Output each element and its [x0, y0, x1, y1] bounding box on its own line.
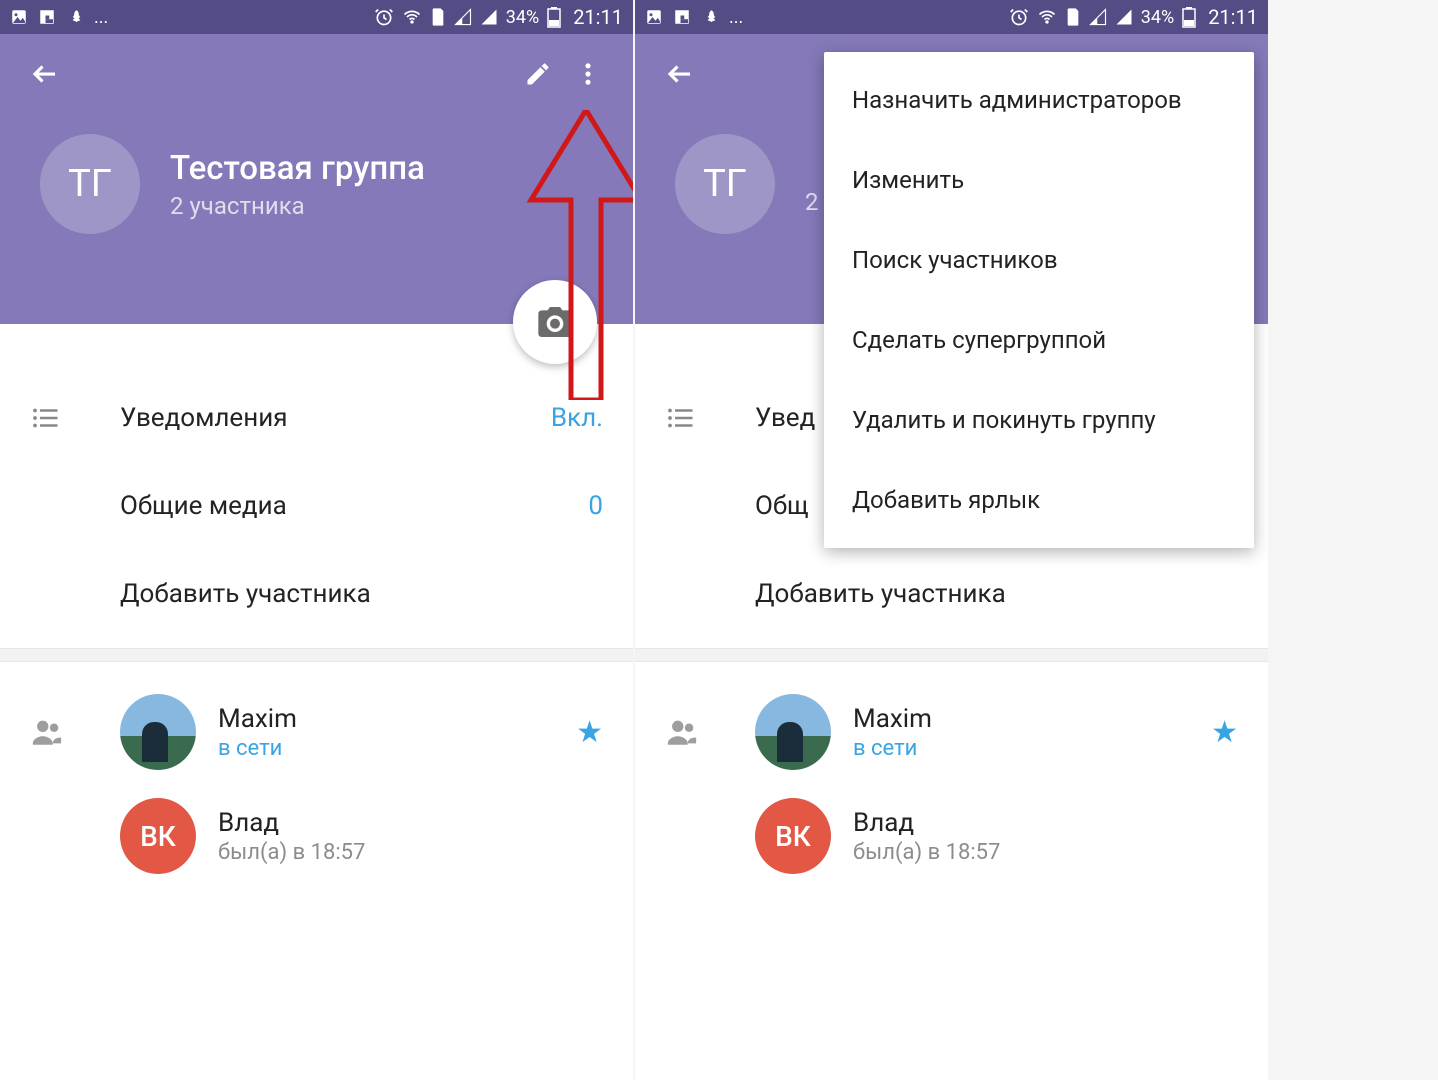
menu-make-supergroup[interactable]: Сделать супергруппой [824, 300, 1254, 380]
member-row-maxim[interactable]: Maxim в сети ★ [0, 680, 633, 784]
signal-icon-2 [1115, 8, 1133, 26]
section-divider [0, 648, 633, 662]
member-avatar-initials: ВК [140, 820, 176, 853]
member-row-vlad[interactable]: ВК Влад был(а) в 18:57 [0, 784, 633, 888]
status-left: ... [645, 7, 743, 28]
group-avatar[interactable]: ТГ [675, 134, 775, 234]
camera-fab[interactable] [513, 280, 597, 364]
shared-media-label: Общие медиа [120, 491, 588, 521]
settings-section: Уведомления Вкл. Общие медиа 0 Добавить … [0, 324, 633, 648]
status-bar: ... 34% 21:11 [0, 0, 633, 34]
member-name: Влад [218, 808, 603, 838]
list-icon [665, 403, 755, 433]
member-name: Влад [853, 808, 1238, 838]
status-time: 21:11 [573, 5, 623, 29]
menu-search-members[interactable]: Поиск участников [824, 220, 1254, 300]
group-name: Тестовая группа [170, 149, 425, 188]
sim-icon [1065, 7, 1081, 27]
member-avatar: ВК [755, 798, 831, 874]
add-member-row[interactable]: Добавить участника [635, 550, 1268, 638]
group-avatar-initials: ТГ [68, 162, 112, 206]
flipboard-icon [673, 8, 691, 26]
notifications-label: Уведомления [120, 403, 551, 433]
overflow-menu: Назначить администраторов Изменить Поиск… [824, 52, 1254, 548]
group-subtitle-partial: 2 [805, 188, 819, 216]
member-name: Maxim [218, 704, 576, 734]
shared-media-value: 0 [588, 491, 603, 521]
image-icon [10, 8, 28, 26]
member-row-maxim[interactable]: Maxim в сети ★ [635, 680, 1268, 784]
image-icon [645, 8, 663, 26]
star-icon: ★ [1211, 715, 1238, 750]
member-avatar [120, 694, 196, 770]
back-button[interactable] [20, 49, 70, 99]
group-header: ТГ Тестовая группа 2 участника [0, 34, 633, 324]
flipboard-icon [38, 8, 56, 26]
add-member-label: Добавить участника [755, 579, 1238, 609]
status-time: 21:11 [1208, 5, 1258, 29]
members-section: Maxim в сети ★ ВК Влад был(а) в 18:57 [0, 662, 633, 888]
battery-text: 34% [1141, 7, 1174, 28]
member-avatar [755, 694, 831, 770]
group-avatar-initials: ТГ [703, 162, 747, 206]
alarm-icon [1009, 7, 1029, 27]
add-member-row[interactable]: Добавить участника [0, 550, 633, 638]
list-icon [30, 403, 120, 433]
signal-icon-1 [1089, 8, 1107, 26]
member-avatar-initials: ВК [775, 820, 811, 853]
signal-icon-2 [480, 8, 498, 26]
member-status: был(а) в 18:57 [218, 840, 603, 865]
shared-media-row[interactable]: Общие медиа 0 [0, 462, 633, 550]
back-button[interactable] [655, 49, 705, 99]
status-right: 34% 21:11 [1009, 5, 1258, 29]
status-right: 34% 21:11 [374, 5, 623, 29]
menu-assign-admins[interactable]: Назначить администраторов [824, 60, 1254, 140]
member-avatar: ВК [120, 798, 196, 874]
sim-icon [430, 7, 446, 27]
more-menu-button[interactable] [563, 49, 613, 99]
menu-delete-leave[interactable]: Удалить и покинуть группу [824, 380, 1254, 460]
screen-left: ... 34% 21:11 [0, 0, 633, 1080]
battery-icon [547, 6, 561, 28]
battery-icon [1182, 6, 1196, 28]
member-row-vlad[interactable]: ВК Влад был(а) в 18:57 [635, 784, 1268, 888]
add-member-label: Добавить участника [120, 579, 603, 609]
snapchat-icon [701, 8, 719, 26]
notifications-value: Вкл. [551, 403, 603, 433]
battery-text: 34% [506, 7, 539, 28]
member-status: был(а) в 18:57 [853, 840, 1238, 865]
member-status: в сети [218, 736, 576, 761]
wifi-icon [1037, 7, 1057, 27]
members-section: Maxim в сети ★ ВК Влад был(а) в 18:57 [635, 662, 1268, 888]
screen-right: ... 34% 21:11 [635, 0, 1268, 1080]
snapchat-icon [66, 8, 84, 26]
edit-button[interactable] [513, 49, 563, 99]
menu-add-shortcut[interactable]: Добавить ярлык [824, 460, 1254, 540]
status-ellipsis: ... [729, 7, 743, 28]
group-avatar[interactable]: ТГ [40, 134, 140, 234]
member-status: в сети [853, 736, 1211, 761]
notifications-row[interactable]: Уведомления Вкл. [0, 374, 633, 462]
group-subtitle: 2 участника [170, 192, 425, 220]
wifi-icon [402, 7, 422, 27]
status-left: ... [10, 7, 108, 28]
people-icon [665, 715, 755, 749]
star-icon: ★ [576, 715, 603, 750]
signal-icon-1 [454, 8, 472, 26]
section-divider [635, 648, 1268, 662]
member-name: Maxim [853, 704, 1211, 734]
alarm-icon [374, 7, 394, 27]
menu-edit[interactable]: Изменить [824, 140, 1254, 220]
people-icon [30, 715, 120, 749]
status-ellipsis: ... [94, 7, 108, 28]
status-bar: ... 34% 21:11 [635, 0, 1268, 34]
